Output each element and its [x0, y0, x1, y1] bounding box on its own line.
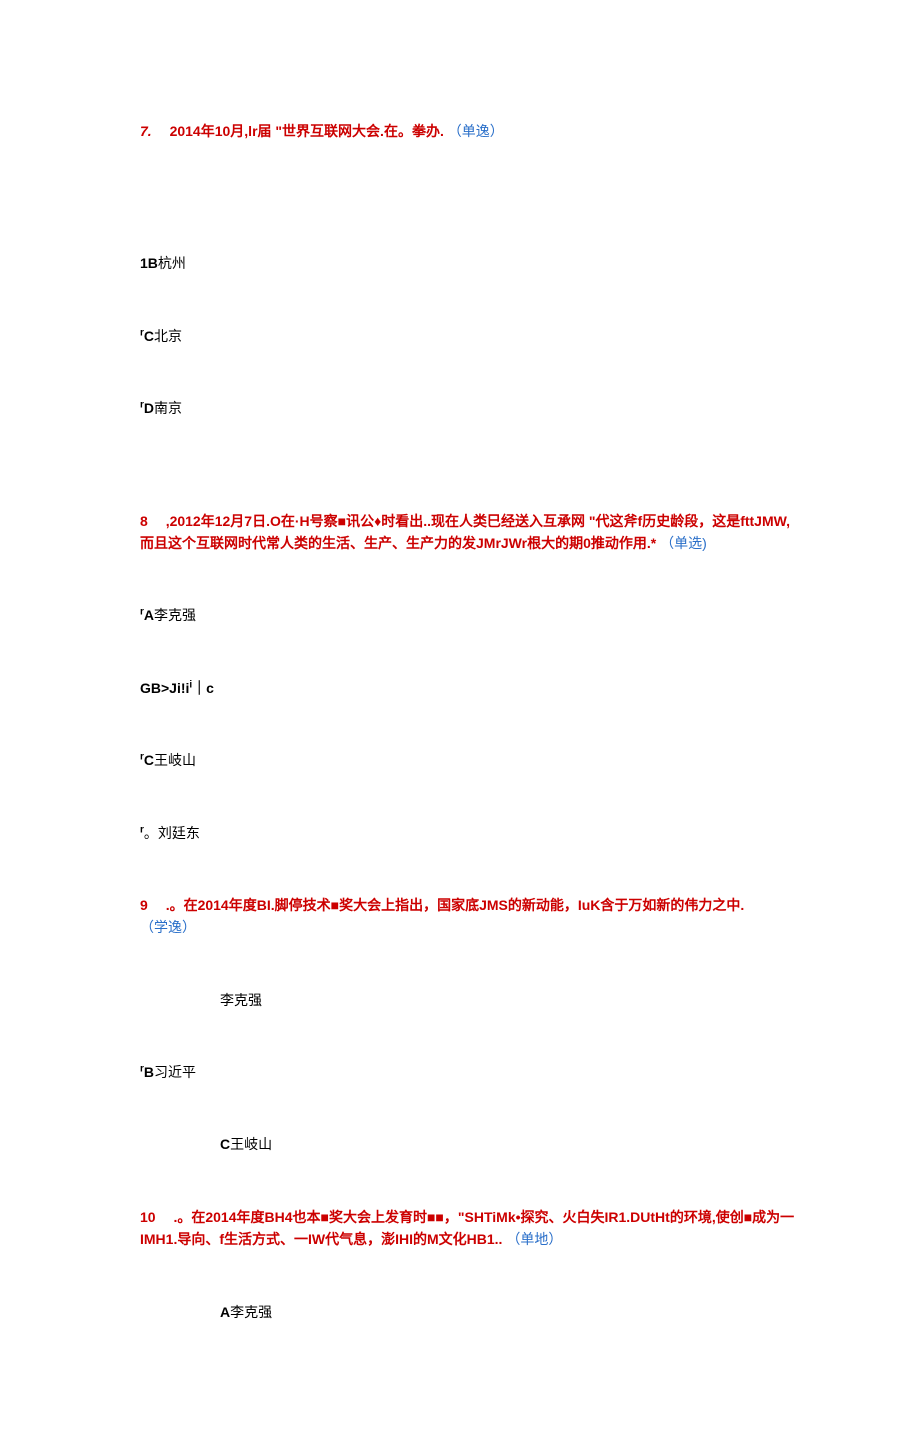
q9-stem: 9 .。在2014年度BI.脚停技术■奖大会上指出，国家底JMS的新动能，IuK… — [140, 894, 800, 939]
opt-label: GB>Ji!i — [140, 680, 189, 696]
q9-type: （学逸） — [140, 919, 196, 935]
q7-stem: 7. 2014年10月,lr届 "世界互联网大会.在。拳办. （单逸） — [140, 120, 800, 142]
q10-number: 10 — [140, 1209, 156, 1225]
opt-label: C — [144, 752, 154, 768]
opt-text: 李克强 — [154, 607, 196, 623]
opt-label: C — [220, 1136, 230, 1152]
opt-rest: ｜c — [192, 680, 214, 696]
q8-option-d[interactable]: r。刘廷东 — [140, 822, 800, 844]
opt-text: 王岐山 — [230, 1136, 272, 1152]
question-10: 10 .。在2014年度BH4也本■奖大会上发育时■■，"SHTiMk•探究、火… — [140, 1206, 800, 1323]
opt-text: 北京 — [154, 328, 182, 344]
question-9: 9 .。在2014年度BI.脚停技术■奖大会上指出，国家底JMS的新动能，IuK… — [140, 894, 800, 1156]
opt-text: 南京 — [154, 400, 182, 416]
opt-text: 习近平 — [154, 1064, 196, 1080]
q10-stem: 10 .。在2014年度BH4也本■奖大会上发育时■■，"SHTiMk•探究、火… — [140, 1206, 800, 1251]
opt-label: C — [144, 328, 154, 344]
opt-text: 。刘廷东 — [144, 825, 200, 841]
q7-option-c[interactable]: rC北京 — [140, 325, 800, 347]
q7-type: （单逸） — [448, 123, 504, 139]
q8-option-a[interactable]: rA李克强 — [140, 604, 800, 626]
opt-label: 1B — [140, 255, 158, 271]
q10-type: （单地） — [506, 1231, 562, 1247]
opt-text: 杭州 — [158, 255, 186, 271]
opt-text: 李克强 — [230, 1304, 272, 1320]
q9-number: 9 — [140, 897, 148, 913]
q9-text: .。在2014年度BI.脚停技术■奖大会上指出，国家底JMS的新动能，IuK含于… — [166, 897, 745, 913]
q8-number: 8 — [140, 513, 148, 529]
q9-option-a[interactable]: 李克强 — [220, 989, 800, 1011]
q7-option-b[interactable]: 1B杭州 — [140, 252, 800, 274]
q9-option-b[interactable]: rB习近平 — [140, 1061, 800, 1083]
opt-text: 李克强 — [220, 992, 262, 1008]
q7-option-d[interactable]: rD南京 — [140, 397, 800, 419]
question-8: 8 ,2012年12月7日.O在·H号察■讯公♦时看出..现在人类巳经送入互承网… — [140, 510, 800, 844]
opt-text: 王岐山 — [154, 752, 196, 768]
question-7: 7. 2014年10月,lr届 "世界互联网大会.在。拳办. （单逸） 1B杭州… — [140, 120, 800, 420]
opt-label: A — [144, 607, 154, 623]
q7-number: 7. — [140, 123, 152, 139]
q10-text: .。在2014年度BH4也本■奖大会上发育时■■，"SHTiMk•探究、火白失I… — [140, 1209, 794, 1247]
q8-stem: 8 ,2012年12月7日.O在·H号察■讯公♦时看出..现在人类巳经送入互承网… — [140, 510, 800, 555]
opt-label: B — [144, 1064, 154, 1080]
q7-text: 2014年10月,lr届 "世界互联网大会.在。拳办. — [170, 123, 444, 139]
opt-label: D — [144, 400, 154, 416]
opt-label: A — [220, 1304, 230, 1320]
q9-option-c[interactable]: C王岐山 — [220, 1133, 800, 1155]
q8-option-b[interactable]: GB>Ji!ii｜c — [140, 677, 800, 699]
q8-option-c[interactable]: rC王岐山 — [140, 749, 800, 771]
q8-type: （单选) — [660, 535, 707, 551]
q10-option-a[interactable]: A李克强 — [220, 1301, 800, 1323]
